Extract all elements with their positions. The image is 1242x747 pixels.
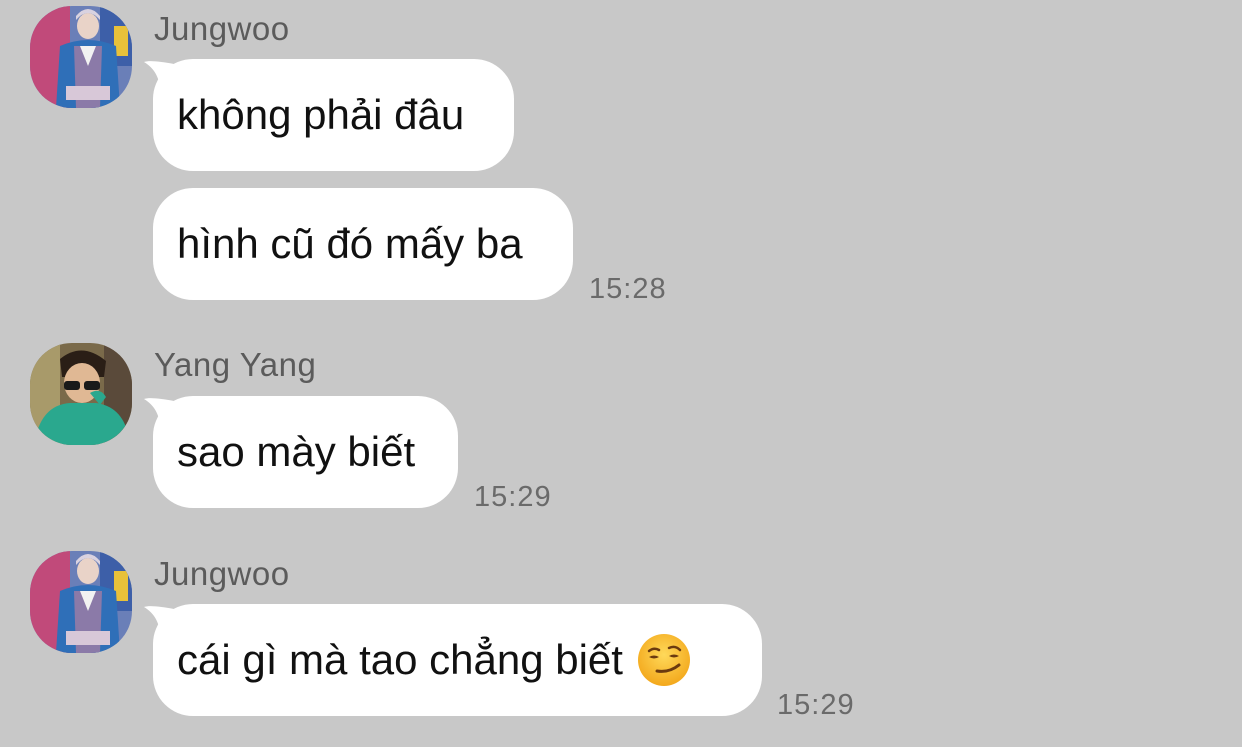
- message-text: hình cũ đó mấy ba: [177, 220, 523, 267]
- message-timestamp: 15:29: [474, 481, 552, 513]
- smirking-face-icon: [637, 633, 691, 687]
- chat-thread: Jungwoo không phải đâu hình cũ đó mấy ba…: [0, 0, 1242, 747]
- message-bubble[interactable]: sao mày biết: [153, 396, 458, 508]
- yangyang-avatar-icon: [30, 343, 132, 445]
- message-text: không phải đâu: [177, 91, 465, 138]
- sender-avatar[interactable]: [30, 343, 132, 445]
- message-text: cái gì mà tao chẳng biết: [177, 636, 623, 683]
- sender-avatar[interactable]: [30, 6, 132, 108]
- message-bubble[interactable]: cái gì mà tao chẳng biết: [153, 604, 762, 716]
- message-bubble[interactable]: hình cũ đó mấy ba: [153, 188, 573, 300]
- message-timestamp: 15:28: [589, 273, 667, 305]
- message-bubble[interactable]: không phải đâu: [153, 59, 514, 171]
- sender-name: Jungwoo: [154, 555, 290, 592]
- sender-name: Yang Yang: [154, 346, 317, 383]
- sender-name: Jungwoo: [154, 10, 290, 47]
- jungwoo-avatar-icon: [30, 6, 132, 108]
- jungwoo-avatar-icon: [30, 551, 132, 653]
- sender-avatar[interactable]: [30, 551, 132, 653]
- message-text: sao mày biết: [177, 428, 416, 475]
- message-timestamp: 15:29: [777, 689, 855, 721]
